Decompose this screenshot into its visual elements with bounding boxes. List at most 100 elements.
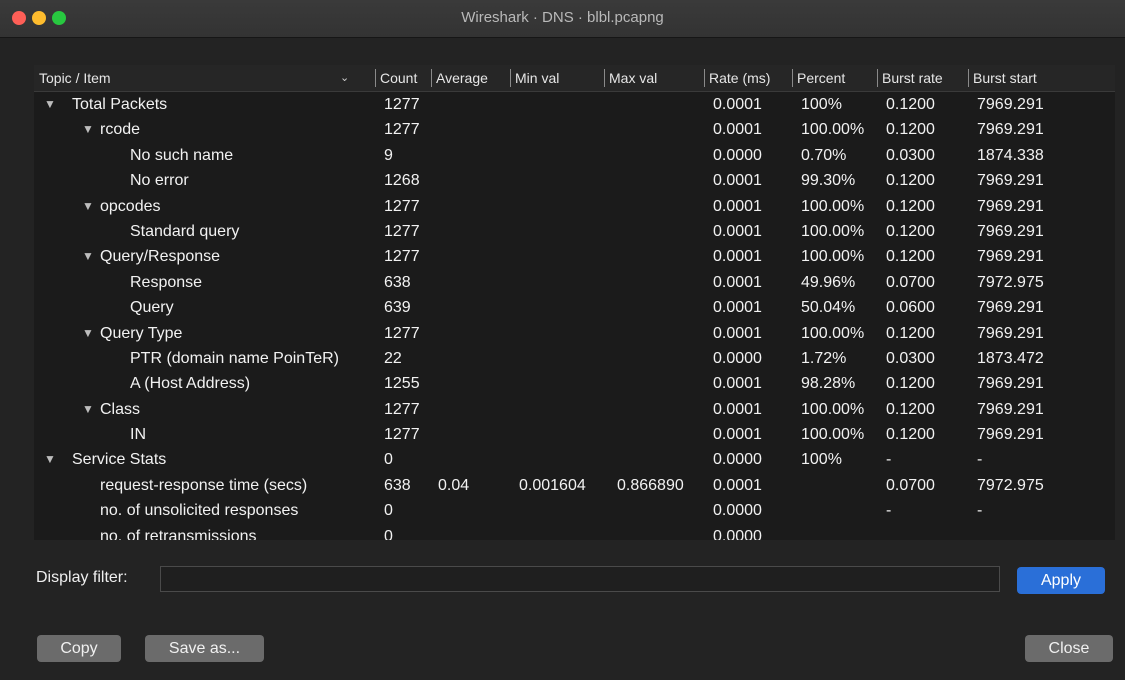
row-burst-rate-value: 0.1200: [886, 197, 935, 215]
expand-arrow-icon[interactable]: ▼: [44, 92, 56, 117]
row-burst-rate-value: 0.1200: [886, 324, 935, 342]
expand-arrow-icon[interactable]: ▼: [82, 321, 94, 346]
row-rate-value: 0.0000: [713, 349, 762, 367]
row-burst-rate-value: 0.1200: [886, 400, 935, 418]
row-burst-start-value: 7969.291: [977, 375, 1044, 393]
row-percent-value: 98.28%: [801, 375, 856, 393]
tree-row[interactable]: ▼ rcode 1277 0.0001 100.00% 0.1200 7969.291: [34, 117, 1115, 142]
tree-row[interactable]: Response 638 0.0001 49.96% 0.0700 7972.975: [34, 270, 1115, 295]
apply-button[interactable]: Apply: [1017, 567, 1105, 594]
row-burst-rate-value: 0.0300: [886, 349, 935, 367]
row-burst-rate-value: 0.1200: [886, 426, 935, 444]
display-filter-input[interactable]: [160, 566, 1000, 592]
column-header-topic[interactable]: Topic / Item ⌄: [34, 65, 354, 91]
expand-arrow-icon[interactable]: ▼: [82, 117, 94, 142]
tree-row[interactable]: Query 639 0.0001 50.04% 0.0600 7969.291: [34, 295, 1115, 320]
column-header-burst-start[interactable]: Burst start: [968, 65, 1115, 91]
row-item-label: PTR (domain name PoinTeR): [130, 349, 339, 367]
row-burst-rate-value: -: [886, 451, 892, 469]
row-percent-value: 100%: [801, 451, 842, 469]
row-item-label: IN: [130, 426, 146, 444]
chevron-down-icon[interactable]: ⌄: [340, 65, 349, 91]
row-percent-value: 100.00%: [801, 197, 865, 215]
tree-row[interactable]: No error 1268 0.0001 99.30% 0.1200 7969.291: [34, 168, 1115, 193]
tree-row[interactable]: No such name 9 0.0000 0.70% 0.0300 1874.338: [34, 143, 1115, 168]
row-rate-value: 0.0001: [713, 273, 762, 291]
row-percent-value: 49.96%: [801, 273, 856, 291]
expand-arrow-icon[interactable]: ▼: [44, 447, 56, 472]
row-burst-rate-value: 0.1200: [886, 375, 935, 393]
row-item-label: request-response time (secs): [100, 476, 308, 494]
row-item-label: No such name: [130, 146, 234, 164]
row-count-value: 1277: [384, 248, 420, 266]
row-item-label: rcode: [100, 121, 141, 139]
row-rate-value: 0.0001: [713, 400, 762, 418]
row-item-label: Class: [100, 400, 141, 418]
row-burst-rate-value: 0.1200: [886, 222, 935, 240]
expand-arrow-icon[interactable]: ▼: [82, 397, 94, 422]
row-burst-start-value: 1874.338: [977, 146, 1044, 164]
row-item-label: no. of retransmissions: [100, 527, 257, 540]
row-burst-start-value: 7969.291: [977, 248, 1044, 266]
stats-tree[interactable]: Topic / Item ⌄ Count Average Min val Max…: [34, 65, 1115, 540]
column-header-min[interactable]: Min val: [510, 65, 604, 91]
row-rate-value: 0.0001: [713, 476, 762, 494]
column-header-max[interactable]: Max val: [604, 65, 702, 91]
tree-row[interactable]: Standard query 1277 0.0001 100.00% 0.1200 796…: [34, 219, 1115, 244]
row-rate-value: 0.0001: [713, 121, 762, 139]
row-rate-value: 0.0000: [713, 502, 762, 520]
copy-button[interactable]: Copy: [37, 635, 121, 662]
row-percent-value: 100.00%: [801, 248, 865, 266]
row-burst-rate-value: 0.0700: [886, 476, 935, 494]
tree-row[interactable]: ▼ Class 1277 0.0001 100.00% 0.1200 7969.291: [34, 397, 1115, 422]
tree-row[interactable]: ▼ Query Type 1277 0.0001 100.00% 0.1200 7969.2…: [34, 321, 1115, 346]
tree-row[interactable]: PTR (domain name PoinTeR) 22 0.0000 1.72% 0.…: [34, 346, 1115, 371]
tree-row[interactable]: no. of unsolicited responses 0 0.0000 - -: [34, 498, 1115, 523]
row-percent-value: 100.00%: [801, 426, 865, 444]
column-header-burst-rate[interactable]: Burst rate: [877, 65, 967, 91]
save-as-button[interactable]: Save as...: [145, 635, 264, 662]
row-rate-value: 0.0001: [713, 96, 762, 113]
expand-arrow-icon[interactable]: ▼: [82, 244, 94, 269]
column-header-percent[interactable]: Percent: [792, 65, 875, 91]
column-header-label: Topic / Item: [39, 70, 111, 86]
row-burst-rate-value: 0.0300: [886, 146, 935, 164]
row-burst-rate-value: 0.1200: [886, 121, 935, 139]
row-item-label: Total Packets: [72, 96, 168, 113]
tree-row[interactable]: ▼ Total Packets 1277 0.0001 100% 0.1200 7969.2…: [34, 92, 1115, 117]
tree-header: Topic / Item ⌄ Count Average Min val Max…: [34, 65, 1115, 92]
tree-row[interactable]: request-response time (secs) 638 0.04 0.001…: [34, 473, 1115, 498]
row-percent-value: 100.00%: [801, 400, 865, 418]
close-button[interactable]: Close: [1025, 635, 1113, 662]
row-count-value: 1277: [384, 96, 420, 113]
row-item-label: Response: [130, 273, 203, 291]
column-header-count[interactable]: Count: [375, 65, 431, 91]
row-rate-value: 0.0000: [713, 451, 762, 469]
tree-row[interactable]: ▼ opcodes 1277 0.0001 100.00% 0.1200 7969.291: [34, 194, 1115, 219]
row-burst-rate-value: 0.1200: [886, 248, 935, 266]
tree-row[interactable]: no. of retransmissions 0 0.0000: [34, 524, 1115, 540]
row-burst-start-value: 7969.291: [977, 96, 1044, 113]
column-header-rate[interactable]: Rate (ms): [704, 65, 791, 91]
row-rate-value: 0.0001: [713, 248, 762, 266]
row-item-label: No error: [130, 172, 189, 190]
row-avg-value: 0.04: [438, 476, 470, 494]
row-burst-start-value: 7969.291: [977, 324, 1044, 342]
tree-row[interactable]: IN 1277 0.0001 100.00% 0.1200 7969.291: [34, 422, 1115, 447]
row-rate-value: 0.0000: [713, 146, 762, 164]
column-header-average[interactable]: Average: [431, 65, 510, 91]
row-burst-start-value: 7972.975: [977, 273, 1044, 291]
expand-arrow-icon[interactable]: ▼: [82, 194, 94, 219]
stats-window: Wireshark · DNS · blbl.pcapng Topic / It…: [0, 0, 1125, 680]
window-title: Wireshark · DNS · blbl.pcapng: [461, 9, 664, 26]
row-percent-value: 50.04%: [801, 299, 856, 317]
tree-row[interactable]: ▼ Service Stats 0 0.0000 100% - -: [34, 447, 1115, 472]
row-burst-start-value: 7969.291: [977, 121, 1044, 139]
row-rate-value: 0.0001: [713, 375, 762, 393]
row-count-value: 638: [384, 273, 411, 291]
tree-row[interactable]: ▼ Query/Response 1277 0.0001 100.00% 0.1200 79…: [34, 244, 1115, 269]
row-percent-value: 100.00%: [801, 324, 865, 342]
row-burst-start-value: 1873.472: [977, 349, 1044, 367]
row-item-label: A (Host Address): [130, 375, 251, 393]
tree-row[interactable]: A (Host Address) 1255 0.0001 98.28% 0.1200 79…: [34, 371, 1115, 396]
